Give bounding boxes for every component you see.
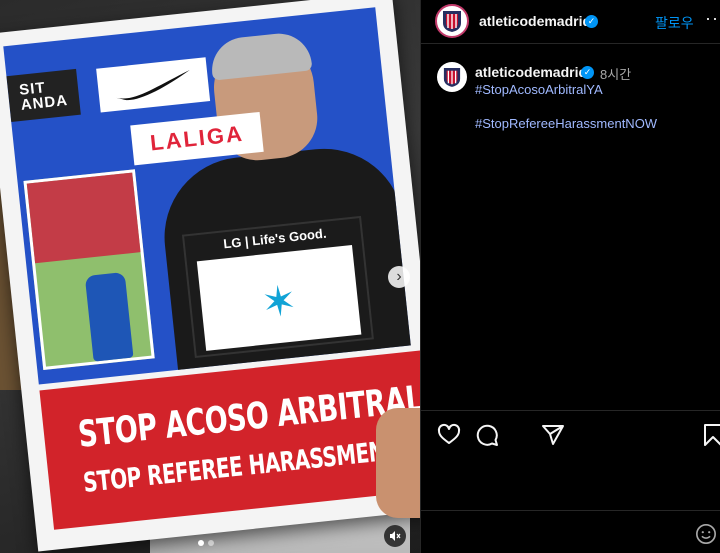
follow-button[interactable]: 팔로우 bbox=[655, 13, 694, 33]
hand bbox=[376, 408, 420, 518]
bookmark-icon[interactable] bbox=[701, 423, 720, 447]
hashtag-link[interactable]: #StopAcosoArbitralYA bbox=[475, 82, 603, 97]
verified-badge-icon: ✓ bbox=[581, 66, 594, 79]
caption-username[interactable]: atleticodemadrid bbox=[475, 64, 587, 80]
heart-icon[interactable] bbox=[437, 423, 461, 447]
club-crest-icon bbox=[443, 11, 461, 32]
swoosh-logo bbox=[96, 57, 211, 113]
mute-button[interactable] bbox=[384, 525, 406, 547]
speaker-muted-icon bbox=[390, 531, 401, 541]
inset-players bbox=[26, 172, 141, 264]
post-header: atleticodemadrid ✓ 팔로우 ··· bbox=[421, 0, 720, 44]
carousel-dot-2 bbox=[208, 540, 214, 546]
share-icon[interactable] bbox=[541, 423, 565, 447]
press-conference-photo: SIT ANDA LALIGA LG | Life's Good. ✶ bbox=[3, 7, 411, 385]
caption-avatar[interactable] bbox=[437, 62, 467, 92]
sign-panel: ✶ bbox=[196, 245, 362, 351]
emoji-icon[interactable] bbox=[695, 523, 717, 545]
more-options-button[interactable]: ··· bbox=[705, 8, 720, 29]
club-crest-icon bbox=[443, 68, 461, 87]
carousel-dot-1 bbox=[198, 540, 204, 546]
poster-photo: SIT ANDA LALIGA LG | Life's Good. ✶ STOP… bbox=[0, 0, 420, 552]
sponsor-sign: LG | Life's Good. ✶ bbox=[181, 215, 374, 359]
inset-match-photo bbox=[23, 169, 155, 370]
comment-bar bbox=[421, 510, 720, 553]
action-bar bbox=[421, 410, 720, 456]
post-panel: atleticodemadrid ✓ 팔로우 ··· atleticodemad… bbox=[420, 0, 720, 553]
carousel-dots bbox=[198, 540, 214, 546]
post-time[interactable]: 8시간 bbox=[600, 64, 631, 83]
carousel-next-button[interactable]: › bbox=[388, 266, 410, 288]
star-logo-icon: ✶ bbox=[259, 276, 300, 327]
header-username[interactable]: atleticodemadrid bbox=[479, 13, 591, 29]
chevron-right-icon: › bbox=[396, 268, 402, 285]
sponsor-logo-left: SIT ANDA bbox=[6, 68, 81, 122]
comment-icon[interactable] bbox=[475, 423, 499, 447]
post-media[interactable]: SIT ANDA LALIGA LG | Life's Good. ✶ STOP… bbox=[0, 0, 420, 553]
profile-avatar[interactable] bbox=[435, 4, 469, 38]
verified-badge-icon: ✓ bbox=[585, 15, 598, 28]
water-bottle bbox=[84, 271, 134, 362]
hashtag-link[interactable]: #StopRefereeHarassmentNOW bbox=[475, 116, 657, 131]
